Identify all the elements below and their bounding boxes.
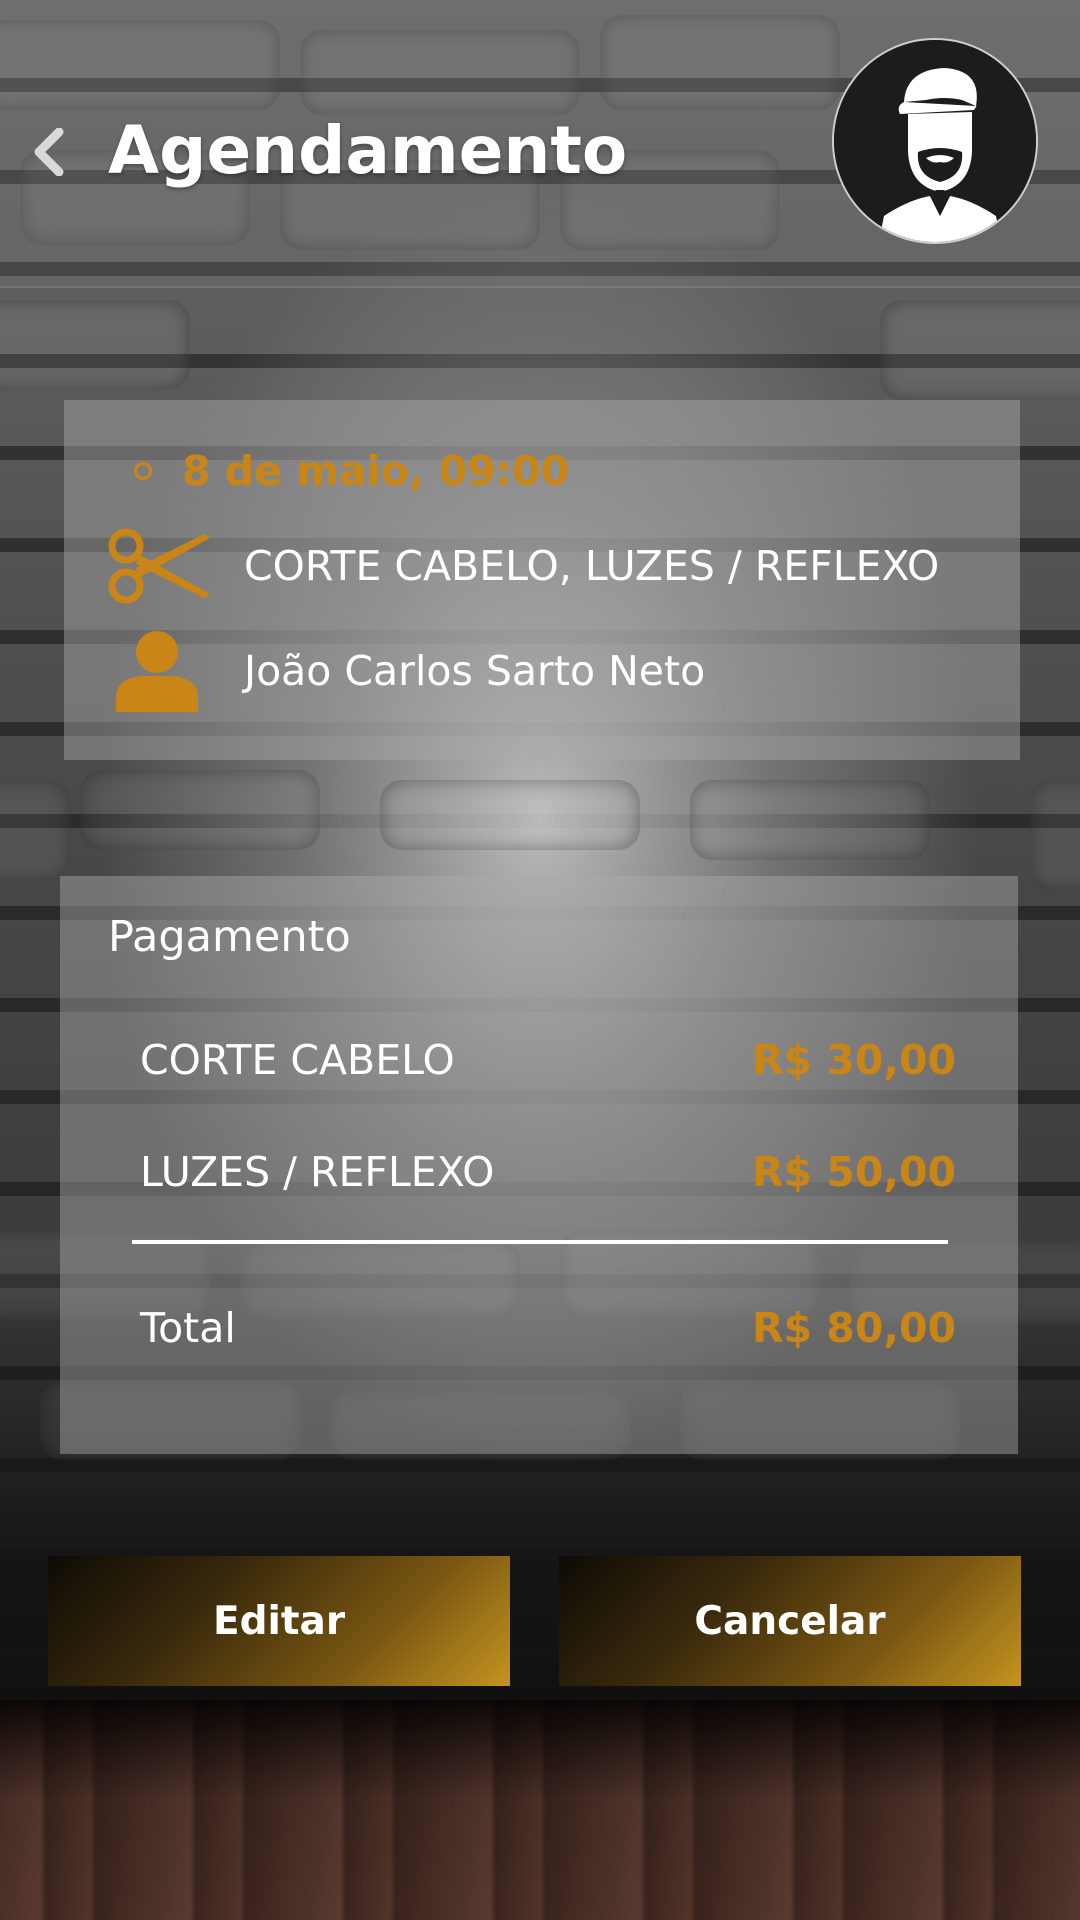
app-header: Agendamento <box>0 0 1080 288</box>
page-title: Agendamento <box>108 112 628 189</box>
payment-total-label: Total <box>140 1304 236 1352</box>
payment-title: Pagamento <box>108 912 351 962</box>
appointment-client-row: João Carlos Sarto Neto <box>112 630 1012 712</box>
payment-item: LUZES / REFLEXO R$ 50,00 <box>140 1142 956 1202</box>
appointment-services-row: CORTE CABELO, LUZES / REFLEXO <box>106 528 1006 604</box>
appointment-client-name: João Carlos Sarto Neto <box>244 647 706 695</box>
payment-item: CORTE CABELO R$ 30,00 <box>140 1030 956 1090</box>
payment-item-name: CORTE CABELO <box>140 1036 455 1084</box>
edit-button[interactable]: Editar <box>48 1556 510 1686</box>
appointment-date-row: 8 de maio, 09:00 <box>134 446 569 496</box>
chevron-left-icon <box>34 128 64 176</box>
appointment-datetime: 8 de maio, 09:00 <box>182 447 570 495</box>
scissors-icon <box>108 528 210 604</box>
barber-avatar-icon <box>834 40 1036 242</box>
avatar[interactable] <box>832 38 1038 244</box>
appointment-services: CORTE CABELO, LUZES / REFLEXO <box>244 542 940 590</box>
clock-dot-icon <box>134 462 152 480</box>
person-icon <box>116 631 198 712</box>
payment-divider <box>132 1240 948 1244</box>
payment-item-price: R$ 50,00 <box>751 1148 956 1196</box>
cancel-button[interactable]: Cancelar <box>559 1556 1021 1686</box>
payment-total-row: Total R$ 80,00 <box>140 1298 956 1358</box>
payment-item-name: LUZES / REFLEXO <box>140 1148 495 1196</box>
payment-item-price: R$ 30,00 <box>751 1036 956 1084</box>
back-button[interactable] <box>28 125 68 179</box>
payment-total-value: R$ 80,00 <box>751 1304 956 1352</box>
wooden-floor <box>0 1700 1080 1920</box>
